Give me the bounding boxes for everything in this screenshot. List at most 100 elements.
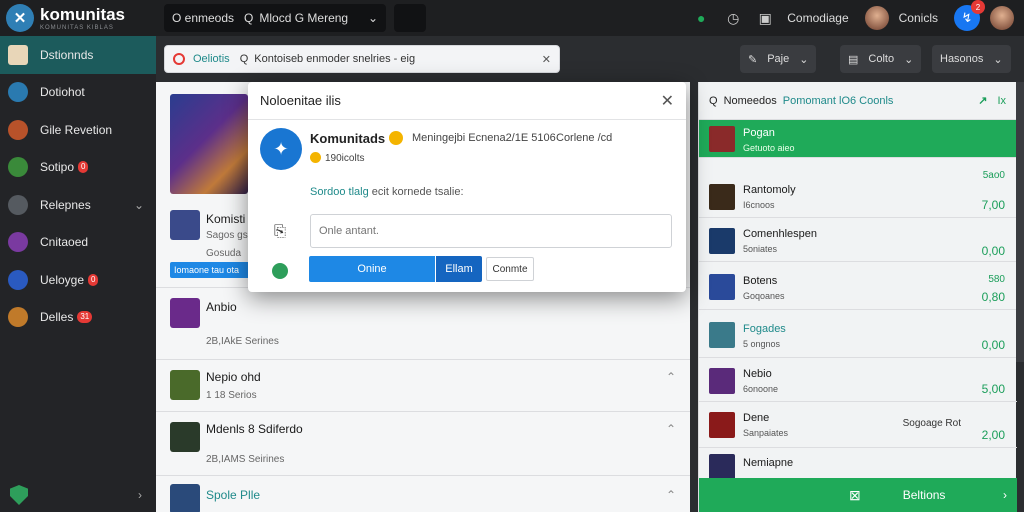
item-thumb — [709, 228, 735, 254]
options-dropdown[interactable]: Hasonos ⌄ — [932, 45, 1011, 73]
item-subtitle: Goqoanes — [743, 291, 785, 301]
trend-icon[interactable]: ↗ — [978, 94, 987, 107]
item-thumb — [8, 307, 28, 328]
item-subtitle: 5 ongnos — [743, 339, 781, 349]
sidebar-item[interactable]: Dstionnds — [0, 36, 156, 74]
brand-title: komunitas — [40, 4, 126, 24]
messenger-badge: 2 — [971, 0, 985, 14]
item-thumb — [8, 44, 28, 65]
sidebar-item-label: Cnitaoed — [40, 235, 89, 250]
row-meta: 2B,IAkE Serines — [206, 336, 279, 347]
chevron-right-icon[interactable]: › — [138, 488, 142, 502]
color-dropdown[interactable]: ▤ Colto ⌄ — [840, 45, 922, 73]
split-button[interactable]: Ellam — [436, 256, 482, 282]
sidebar-item[interactable]: Relepnes ⌄ — [0, 186, 156, 224]
sidebar-item[interactable]: Cnitaoed — [0, 224, 156, 262]
message-input[interactable] — [310, 214, 672, 248]
list-item[interactable]: Nebio 6onoone 5,00 — [699, 358, 1017, 402]
list-item[interactable]: Pogan Getuoto aieo — [699, 120, 1017, 158]
status-chip-label: Iomaone tau ota — [174, 265, 240, 275]
list-item[interactable]: Fogades 5 ongnos 0,00 — [699, 310, 1017, 358]
top-search-box[interactable]: O enmeods Q Mlocd G Mereng ⌄ — [164, 4, 386, 32]
list-item[interactable]: Botens Goqoanes 580 0,80 — [699, 262, 1017, 310]
chevron-up-icon[interactable]: ⌃ — [666, 422, 676, 436]
inbox-icon: ⊠ — [849, 486, 861, 503]
close-icon[interactable]: ✕ — [661, 91, 674, 111]
item-thumb — [709, 454, 735, 480]
right-panel-tag[interactable]: Pomomant lO6 Coonls — [783, 95, 894, 107]
brand[interactable]: ✕ komunitas KOMUNITAS KIBLAS — [0, 4, 160, 32]
chevron-down-icon[interactable]: ⌄ — [134, 198, 144, 212]
right-panel-footer[interactable]: ⊠ Beltions › — [699, 478, 1017, 512]
item-thumb — [8, 194, 28, 215]
page-dropdown[interactable]: ✎ Paje ⌄ — [740, 45, 817, 73]
online-button[interactable]: Onine — [309, 256, 435, 282]
scrollbar[interactable] — [1016, 82, 1024, 362]
notification-badge: 0 — [88, 273, 99, 286]
item-thumb — [8, 232, 28, 253]
chevron-right-icon: › — [1003, 488, 1007, 502]
follower-count: 190icolts — [310, 152, 364, 164]
item-thumb — [170, 370, 200, 400]
feed-row[interactable]: Spole Plle ⌃ — [156, 476, 690, 512]
chevron-up-icon[interactable]: ⌃ — [666, 370, 676, 384]
sidebar-item-label: Gile Revetion — [40, 122, 113, 137]
feed-row[interactable]: Nepio ohd 1 18 Serios ⌃ — [156, 360, 690, 412]
item-value: 5ao0 — [982, 170, 1005, 181]
attach-icon[interactable]: ⎘ — [258, 214, 302, 248]
sidebar-item[interactable]: Ueloyge 0 — [0, 261, 156, 299]
follower-count-label: 190icolts — [325, 153, 365, 164]
row-meta: 2B,IAMS Seirines — [206, 454, 285, 465]
list-item[interactable]: Comenhlespen 5oniates 0,00 — [699, 218, 1017, 262]
community-link[interactable]: Sordoo tlalg ecit kornede tsalie: — [310, 186, 464, 198]
compose-icon[interactable]: ▣ — [755, 10, 775, 27]
filter-tag[interactable]: Oeliotis — [193, 53, 230, 65]
filter-bar: Oeliotis Q Kontoiseb enmoder snelries - … — [156, 36, 1024, 82]
item-subtitle: Getuoto aieo — [743, 143, 795, 153]
item-title: Nebio — [743, 368, 772, 380]
top-extra-box[interactable] — [394, 4, 426, 32]
sidebar-item[interactable]: Gile Revetion — [0, 111, 156, 149]
list-item[interactable]: Dene Sanpaiates Sogoage Rot 2,00 — [699, 402, 1017, 448]
list-item[interactable]: Rantomoly I6cnoos 5ao0 7,00 — [699, 158, 1017, 218]
item-title: Nemiapne — [743, 457, 794, 469]
sidebar-item[interactable]: Delles 31 — [0, 299, 156, 337]
options-dropdown-label: Hasonos — [940, 53, 984, 65]
sidebar-item[interactable]: Sotipo 0 — [0, 149, 156, 187]
user-label[interactable]: Conicls — [899, 11, 938, 25]
row-title: Anbio — [206, 300, 237, 314]
list-item[interactable]: Nemiapne — [699, 448, 1017, 480]
close-icon[interactable]: ✕ — [542, 53, 551, 66]
item-thumb — [8, 119, 28, 140]
sidebar-item[interactable]: Dotiohot — [0, 74, 156, 112]
item-thumb — [709, 274, 735, 300]
layout-icon: ▤ — [848, 53, 859, 66]
compose-label[interactable]: Comodiage — [787, 11, 848, 25]
trend-label[interactable]: Ix — [997, 95, 1006, 107]
feed-row[interactable]: Mdenls 8 Sdiferdo 2B,IAMS Seirines ⌃ — [156, 412, 690, 476]
row-title: Nepio ohd — [206, 370, 261, 384]
chevron-down-icon[interactable]: ⌄ — [368, 11, 378, 25]
item-thumb — [709, 322, 735, 348]
item-subtitle: 5oniates — [743, 244, 778, 254]
chat-icon[interactable]: ● — [691, 10, 711, 26]
avatar[interactable] — [864, 6, 889, 30]
filter-search[interactable]: Oeliotis Q Kontoiseb enmoder snelries - … — [164, 45, 560, 73]
feed-row[interactable]: Anbio 2B,IAkE Serines — [156, 288, 690, 360]
chevron-up-icon[interactable]: ⌃ — [666, 488, 676, 502]
shield-icon[interactable] — [10, 485, 28, 505]
message-row: ⎘ — [258, 214, 676, 248]
profile-avatar[interactable] — [990, 6, 1014, 30]
secondary-button[interactable]: Conmte — [486, 257, 534, 281]
community-name-label: Komunitads — [310, 131, 386, 146]
item-thumb — [170, 484, 200, 512]
right-panel-footer-label: Beltions — [902, 488, 946, 502]
sidebar-item-label: Sotipo — [40, 160, 75, 175]
messenger-icon[interactable]: ↯ 2 — [954, 0, 985, 31]
sidebar-item-label: Delles — [40, 310, 74, 325]
right-panel-header: Q Nomeedos Pomomant lO6 Coonls ↗ Ix — [699, 82, 1016, 120]
row-title: Mdenls 8 Sdiferdo — [206, 422, 303, 436]
community-meta-secondary: Corlene /cd — [556, 132, 613, 144]
clock-icon[interactable]: ◷ — [723, 10, 743, 27]
item-thumb — [170, 210, 200, 240]
